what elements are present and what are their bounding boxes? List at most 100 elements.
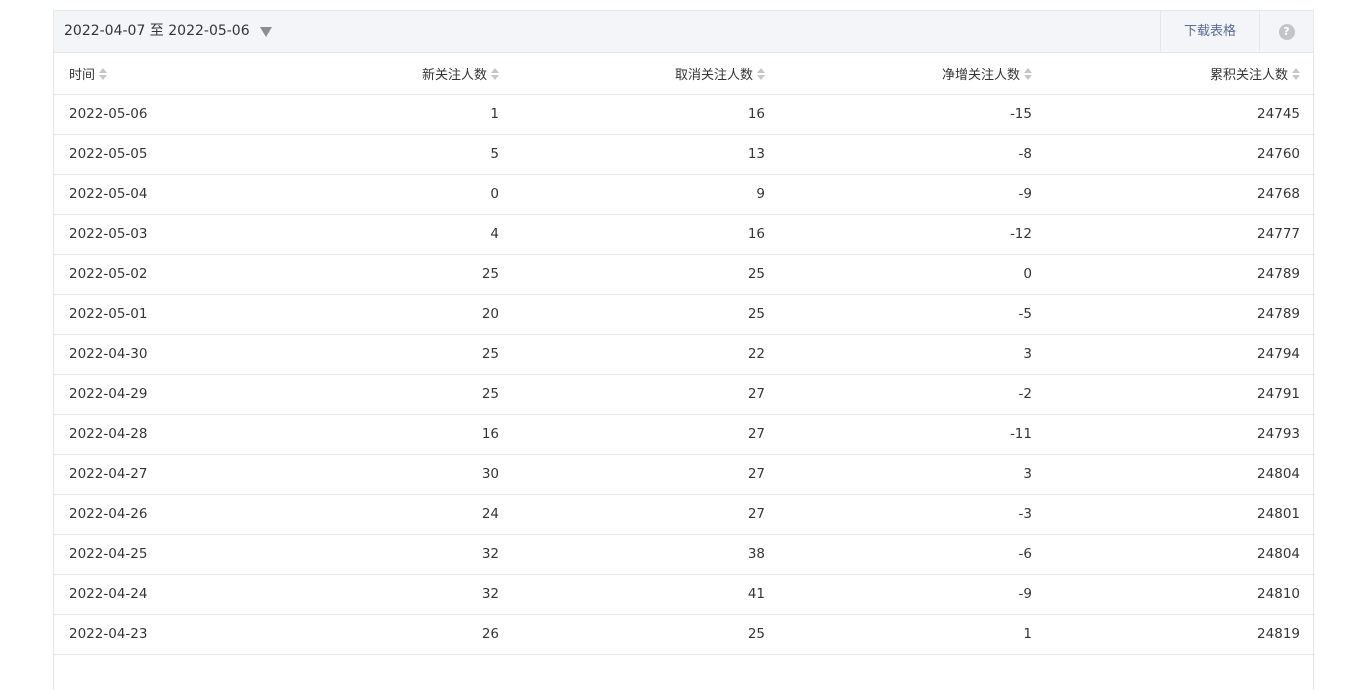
cell-net-growth: -11 xyxy=(780,414,1047,455)
table-row: 2022-05-03 4 16 -12 24777 xyxy=(54,214,1315,255)
sort-icon xyxy=(1024,68,1032,81)
cell-date: 2022-05-02 xyxy=(54,254,254,295)
cell-cumulative: 24789 xyxy=(1047,254,1315,295)
cell-net-growth: -5 xyxy=(780,294,1047,335)
cell-date: 2022-04-30 xyxy=(54,334,254,375)
cell-date: 2022-04-28 xyxy=(54,414,254,455)
caret-down-icon xyxy=(259,27,272,37)
table-row: 2022-04-27 30 27 3 24804 xyxy=(54,454,1315,495)
followers-table: 时间 新关注人数 取消关注人数 净增关注人数 累积关注人数 2022-05-06… xyxy=(54,53,1315,655)
table-header: 时间 新关注人数 取消关注人数 净增关注人数 累积关注人数 xyxy=(54,53,1315,95)
cell-unfollows: 27 xyxy=(514,454,780,495)
cell-unfollows: 25 xyxy=(514,254,780,295)
cell-date: 2022-04-24 xyxy=(54,574,254,615)
sort-icon xyxy=(757,68,765,81)
table-row: 2022-04-29 25 27 -2 24791 xyxy=(54,374,1315,415)
cell-cumulative: 24789 xyxy=(1047,294,1315,335)
cell-net-growth: -9 xyxy=(780,574,1047,615)
cell-date: 2022-05-03 xyxy=(54,214,254,255)
cell-net-growth: -9 xyxy=(780,174,1047,215)
cell-new-followers: 4 xyxy=(254,214,514,255)
cell-date: 2022-05-04 xyxy=(54,174,254,215)
cell-unfollows: 38 xyxy=(514,534,780,575)
cell-net-growth: 1 xyxy=(780,614,1047,655)
column-header-label: 时间 xyxy=(69,67,96,83)
cell-new-followers: 30 xyxy=(254,454,514,495)
download-table-button[interactable]: 下载表格 xyxy=(1160,11,1260,52)
cell-new-followers: 32 xyxy=(254,534,514,575)
column-header-label: 累积关注人数 xyxy=(1209,67,1288,83)
cell-unfollows: 22 xyxy=(514,334,780,375)
table-body: 2022-05-06 1 16 -15 24745 2022-05-05 5 13 -8 2476… xyxy=(54,94,1315,655)
table-row: 2022-04-23 26 25 1 24819 xyxy=(54,614,1315,655)
cell-net-growth: -12 xyxy=(780,214,1047,255)
cell-new-followers: 25 xyxy=(254,334,514,375)
column-header-label: 净增关注人数 xyxy=(941,67,1020,83)
cell-new-followers: 25 xyxy=(254,374,514,415)
table-row: 2022-05-02 25 25 0 24789 xyxy=(54,254,1315,295)
cell-date: 2022-04-26 xyxy=(54,494,254,535)
cell-new-followers: 32 xyxy=(254,574,514,615)
cell-unfollows: 13 xyxy=(514,134,780,175)
cell-new-followers: 26 xyxy=(254,614,514,655)
cell-cumulative: 24760 xyxy=(1047,134,1315,175)
cell-new-followers: 1 xyxy=(254,94,514,135)
cell-unfollows: 41 xyxy=(514,574,780,615)
column-header-label: 新关注人数 xyxy=(421,67,487,83)
sort-icon xyxy=(491,68,499,81)
column-header-new-followers[interactable]: 新关注人数 xyxy=(254,53,514,95)
cell-new-followers: 0 xyxy=(254,174,514,215)
cell-unfollows: 27 xyxy=(514,414,780,455)
cell-date: 2022-04-27 xyxy=(54,454,254,495)
cell-date: 2022-05-06 xyxy=(54,94,254,135)
followers-table-panel: 2022-04-07 至 2022-05-06 下载表格 ? 时间 新关注人数 … xyxy=(53,10,1315,690)
cell-unfollows: 27 xyxy=(514,494,780,535)
cell-new-followers: 25 xyxy=(254,254,514,295)
cell-cumulative: 24804 xyxy=(1047,454,1315,495)
date-range-selector[interactable]: 2022-04-07 至 2022-05-06 xyxy=(64,11,272,52)
cell-unfollows: 25 xyxy=(514,294,780,335)
cell-cumulative: 24791 xyxy=(1047,374,1315,415)
table-row: 2022-05-04 0 9 -9 24768 xyxy=(54,174,1315,215)
table-row: 2022-05-01 20 25 -5 24789 xyxy=(54,294,1315,335)
cell-date: 2022-04-29 xyxy=(54,374,254,415)
column-header-net-growth[interactable]: 净增关注人数 xyxy=(780,53,1047,95)
cell-unfollows: 27 xyxy=(514,374,780,415)
cell-cumulative: 24768 xyxy=(1047,174,1315,215)
column-header-cumulative[interactable]: 累积关注人数 xyxy=(1047,53,1315,95)
table-toolbar: 2022-04-07 至 2022-05-06 下载表格 ? xyxy=(54,11,1313,53)
table-row: 2022-04-24 32 41 -9 24810 xyxy=(54,574,1315,615)
cell-net-growth: -3 xyxy=(780,494,1047,535)
column-header-unfollows[interactable]: 取消关注人数 xyxy=(514,53,780,95)
cell-cumulative: 24801 xyxy=(1047,494,1315,535)
help-button[interactable]: ? xyxy=(1260,11,1313,52)
cell-cumulative: 24810 xyxy=(1047,574,1315,615)
column-header-time[interactable]: 时间 xyxy=(54,53,254,95)
cell-cumulative: 24793 xyxy=(1047,414,1315,455)
cell-cumulative: 24804 xyxy=(1047,534,1315,575)
cell-date: 2022-05-01 xyxy=(54,294,254,335)
cell-new-followers: 24 xyxy=(254,494,514,535)
cell-net-growth: -6 xyxy=(780,534,1047,575)
cell-new-followers: 20 xyxy=(254,294,514,335)
cell-net-growth: -2 xyxy=(780,374,1047,415)
cell-net-growth: 3 xyxy=(780,454,1047,495)
cell-date: 2022-04-25 xyxy=(54,534,254,575)
cell-date: 2022-05-05 xyxy=(54,134,254,175)
cell-unfollows: 9 xyxy=(514,174,780,215)
cell-unfollows: 25 xyxy=(514,614,780,655)
cell-new-followers: 16 xyxy=(254,414,514,455)
cell-net-growth: 3 xyxy=(780,334,1047,375)
table-row: 2022-05-05 5 13 -8 24760 xyxy=(54,134,1315,175)
table-row: 2022-04-28 16 27 -11 24793 xyxy=(54,414,1315,455)
table-row: 2022-04-26 24 27 -3 24801 xyxy=(54,494,1315,535)
table-row: 2022-05-06 1 16 -15 24745 xyxy=(54,94,1315,135)
cell-unfollows: 16 xyxy=(514,214,780,255)
cell-new-followers: 5 xyxy=(254,134,514,175)
cell-cumulative: 24777 xyxy=(1047,214,1315,255)
cell-net-growth: -8 xyxy=(780,134,1047,175)
cell-date: 2022-04-23 xyxy=(54,614,254,655)
cell-unfollows: 16 xyxy=(514,94,780,135)
cell-net-growth: 0 xyxy=(780,254,1047,295)
sort-icon xyxy=(99,68,108,81)
